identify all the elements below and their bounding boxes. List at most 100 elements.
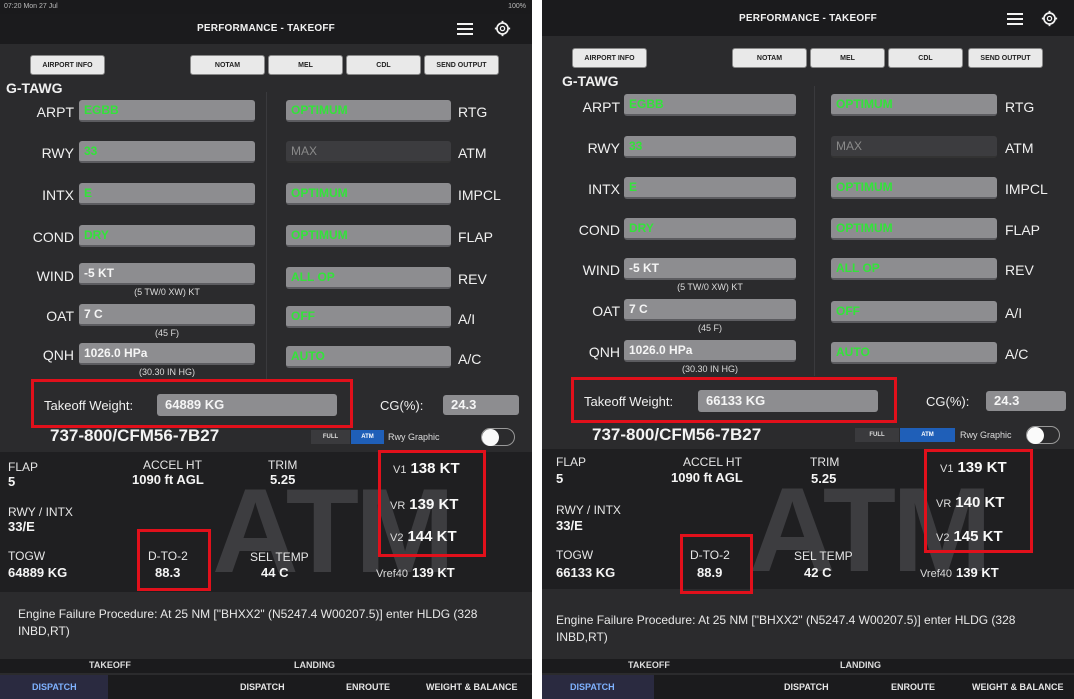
wind-subtext: (5 TW/0 XW) KT [134,287,200,297]
tab-takeoff[interactable]: TAKEOFF [628,660,670,670]
ac-label: A/C [1005,346,1029,362]
tab-dispatch-active[interactable]: DISPATCH [570,682,615,692]
oat-subtext: (45 F) [697,323,722,333]
mel-button[interactable]: MEL [810,48,885,68]
qnh-field[interactable]: 1026.0 HPa [79,343,255,365]
menu-icon[interactable] [457,23,473,35]
arpt-label: ARPT [582,99,620,115]
arpt-field[interactable]: EGBB [624,94,796,116]
send-output-button[interactable]: SEND OUTPUT [968,48,1043,68]
highlight-v-speeds [378,450,486,557]
rwy-field[interactable]: 33 [624,136,796,158]
tab-dispatch-active[interactable]: DISPATCH [32,682,77,692]
cond-label: COND [578,222,620,238]
sel-temp-value: 42 C [804,565,832,580]
impcl-label: IMPCL [458,187,501,203]
wind-label: WIND [582,262,620,278]
qnh-field[interactable]: 1026.0 HPa [624,340,796,362]
send-output-button[interactable]: SEND OUTPUT [424,55,499,75]
engine-failure-procedure: Engine Failure Procedure: At 25 NM ["BHX… [556,613,1016,644]
tab-weight-balance[interactable]: WEIGHT & BALANCE [972,682,1064,692]
menu-icon[interactable] [1007,13,1023,25]
rwy-intx-value: 33/E [8,519,35,534]
tab-takeoff[interactable]: TAKEOFF [89,660,131,670]
flap-field[interactable]: OPTIMUM [286,225,451,247]
wind-field[interactable]: -5 KT [79,263,255,285]
mel-button[interactable]: MEL [268,55,343,75]
impcl-field[interactable]: OPTIMUM [286,183,451,205]
flap-field[interactable]: OPTIMUM [831,218,997,240]
bottom-tab-bar: DISPATCH DISPATCH ENROUTE WEIGHT & BALAN… [0,675,532,699]
rev-field[interactable]: ALL OP [286,267,451,289]
notam-button[interactable]: NOTAM [732,48,807,68]
cg-field[interactable]: 24.3 [443,395,519,415]
column-divider [814,86,815,376]
cg-field[interactable]: 24.3 [986,391,1066,411]
ai-label: A/I [458,311,476,327]
rtg-label: RTG [1005,99,1035,115]
ai-field[interactable]: OFF [831,301,997,323]
qnh-label: QNH [42,347,74,363]
flap-label: FLAP [1005,222,1041,238]
page-title: PERFORMANCE - TAKEOFF [197,23,335,34]
mode-tabs: TAKEOFF LANDING [0,659,532,673]
ai-field[interactable]: OFF [286,306,451,328]
column-divider [266,92,267,382]
wind-label: WIND [36,268,74,284]
tab-dispatch[interactable]: DISPATCH [240,682,285,692]
cond-field[interactable]: DRY [79,225,255,247]
oat-label: OAT [592,303,620,319]
flap-value: 5 [556,471,564,486]
atm-segment[interactable]: ATM [351,430,384,444]
oat-field[interactable]: 7 C [79,304,255,326]
rwy-field[interactable]: 33 [79,141,255,163]
tab-weight-balance[interactable]: WEIGHT & BALANCE [426,682,518,692]
rev-label: REV [458,271,487,287]
oat-field[interactable]: 7 C [624,299,796,321]
rtg-label: RTG [458,104,488,120]
togw-heading: TOGW [556,548,594,562]
rwy-label: RWY [41,145,74,161]
vref40-readout: Vref40 139 KT [376,565,455,580]
rtg-field[interactable]: OPTIMUM [831,94,997,116]
trim-value: 5.25 [811,471,837,486]
intx-field[interactable]: E [624,177,796,199]
tab-dispatch[interactable]: DISPATCH [784,682,829,692]
flap-label: FLAP [458,229,494,245]
arpt-field[interactable]: EGBB [79,100,255,122]
cdl-button[interactable]: CDL [346,55,421,75]
gear-icon[interactable] [494,20,511,37]
tab-enroute[interactable]: ENROUTE [891,682,935,692]
rev-field[interactable]: ALL OP [831,258,997,280]
togw-value: 64889 KG [8,565,68,580]
wind-field[interactable]: -5 KT [624,258,796,280]
rwy-graphic-toggle[interactable] [1026,426,1060,444]
airport-info-button[interactable]: AIRPORT INFO [30,55,105,75]
intx-label: INTX [588,181,620,197]
full-segment[interactable]: FULL [855,428,899,442]
ac-field[interactable]: AUTO [286,346,451,368]
rtg-field[interactable]: OPTIMUM [286,100,451,122]
qnh-subtext: (30.30 IN HG) [138,367,196,377]
tab-enroute[interactable]: ENROUTE [346,682,390,692]
impcl-field[interactable]: OPTIMUM [831,177,997,199]
atm-field[interactable]: MAX [831,136,997,158]
ac-field[interactable]: AUTO [831,342,997,364]
atm-field[interactable]: MAX [286,141,451,163]
intx-field[interactable]: E [79,183,255,205]
tab-landing[interactable]: LANDING [294,660,335,670]
airport-info-button[interactable]: AIRPORT INFO [572,48,647,68]
tab-landing[interactable]: LANDING [840,660,881,670]
flap-heading: FLAP [8,460,39,474]
full-segment[interactable]: FULL [311,430,350,444]
rwy-graphic-toggle[interactable] [481,428,515,446]
cdl-button[interactable]: CDL [888,48,963,68]
flap-value: 5 [8,474,16,489]
atm-segment[interactable]: ATM [900,428,955,442]
bottom-tab-bar: DISPATCH DISPATCH ENROUTE WEIGHT & BALAN… [542,675,1074,699]
cond-field[interactable]: DRY [624,218,796,240]
ai-label: A/I [1005,305,1023,321]
gear-icon[interactable] [1041,10,1058,27]
intx-label: INTX [42,187,74,203]
notam-button[interactable]: NOTAM [190,55,265,75]
